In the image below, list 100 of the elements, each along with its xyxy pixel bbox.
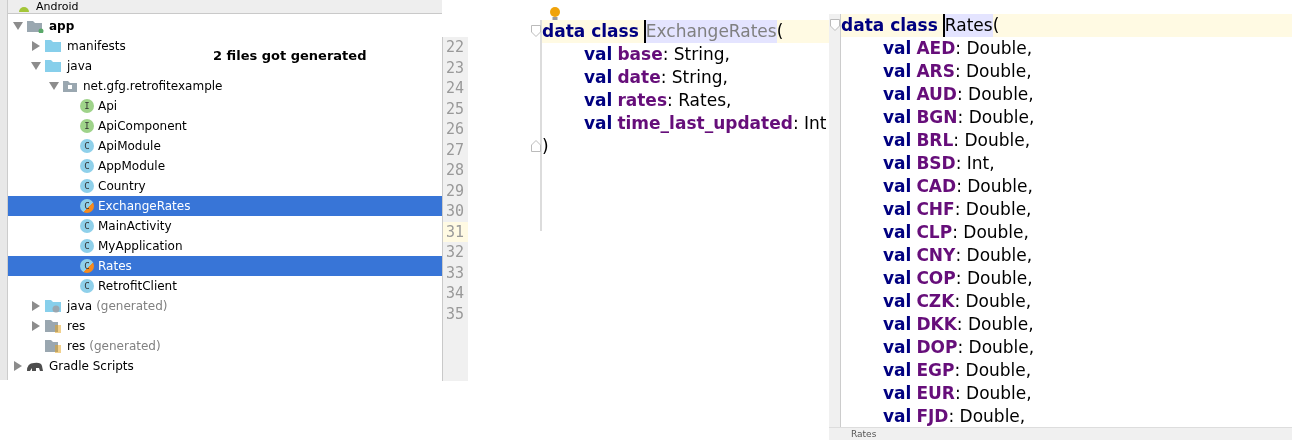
- keyword: val: [883, 129, 912, 152]
- property-name: ARS: [916, 60, 955, 83]
- interface-badge: I: [80, 119, 94, 133]
- tree-item[interactable]: C ExchangeRates: [8, 196, 442, 216]
- type-annotation: : Double,: [957, 106, 1035, 129]
- type-annotation: : Int: [792, 112, 827, 135]
- tree-item-label: app: [49, 19, 75, 33]
- expand-arrow-icon[interactable]: [14, 361, 22, 371]
- tree-item-note: (generated): [96, 299, 168, 313]
- type-annotation: : Int,: [955, 152, 995, 175]
- type-annotation: : String,: [660, 66, 728, 89]
- keyword: val: [883, 359, 912, 382]
- collapse-arrow-icon[interactable]: [31, 62, 41, 70]
- line-number: 28: [445, 160, 466, 181]
- keyword: val: [883, 336, 912, 359]
- breadcrumb[interactable]: Rates: [829, 427, 1292, 440]
- interface-badge: I: [80, 99, 94, 113]
- line-number: 34: [445, 283, 466, 304]
- property-name: base: [617, 43, 663, 66]
- line-number: 23: [445, 57, 466, 78]
- expand-arrow-icon[interactable]: [32, 321, 40, 331]
- property-name: time_last_updated: [617, 112, 793, 135]
- type-annotation: : Double,: [954, 359, 1032, 382]
- type-annotation: : Double,: [953, 129, 1031, 152]
- type-annotation: : Double,: [956, 313, 1034, 336]
- line-number: 22: [445, 37, 466, 58]
- collapse-arrow-icon[interactable]: [13, 22, 23, 30]
- tree-item-label: res: [67, 339, 86, 353]
- line-number: 30: [445, 201, 466, 222]
- property-name: CAD: [916, 175, 957, 198]
- keyword: val: [883, 313, 912, 336]
- property-name: COP: [916, 267, 956, 290]
- line-number: 32: [445, 242, 466, 263]
- property-name: EGP: [916, 359, 955, 382]
- type-annotation: : Double,: [954, 382, 1032, 405]
- folder-icon: [44, 59, 62, 73]
- tree-item[interactable]: C ApiModule: [8, 136, 442, 156]
- keyword: val: [883, 83, 912, 106]
- tree-item-note: (generated): [89, 339, 161, 353]
- fold-marker-icon: [830, 19, 840, 31]
- property-name: CHF: [916, 198, 955, 221]
- property-name: BRL: [916, 129, 954, 152]
- line-number: 31: [443, 221, 468, 242]
- tree-item-label: ApiModule: [98, 139, 161, 153]
- property-name: CZK: [916, 290, 955, 313]
- tree-item-label: java: [67, 299, 93, 313]
- type-annotation: : Double,: [952, 221, 1029, 244]
- keyword: val: [584, 89, 613, 112]
- expand-arrow-icon[interactable]: [32, 301, 40, 311]
- folder-icon: [44, 39, 62, 53]
- line-number: 25: [445, 98, 466, 119]
- expand-arrow-icon[interactable]: [32, 41, 40, 51]
- tree-item[interactable]: I Api: [8, 96, 442, 116]
- fold-marker-icon: [531, 140, 541, 152]
- tree-item[interactable]: C Rates: [8, 256, 442, 276]
- line-number: 33: [445, 262, 466, 283]
- class-badge: C: [80, 239, 94, 253]
- keyword: val: [883, 405, 912, 428]
- view-selector[interactable]: Android: [36, 0, 79, 13]
- keyword: val: [883, 198, 912, 221]
- class-badge: C: [80, 219, 94, 233]
- type-annotation: : String,: [662, 43, 730, 66]
- type-annotation: : Double,: [957, 336, 1035, 359]
- line-number: 24: [445, 78, 466, 99]
- class-badge: C: [80, 179, 94, 193]
- fold-marker-icon: [531, 25, 541, 37]
- keyword: data class: [841, 14, 938, 37]
- keyword: val: [883, 221, 912, 244]
- keyword: data class: [542, 20, 639, 43]
- tree-item[interactable]: C Country: [8, 176, 442, 196]
- resource-folder-icon: [44, 319, 62, 333]
- punctuation: (: [776, 20, 784, 43]
- tree-item[interactable]: C MainActivity: [8, 216, 442, 236]
- keyword: val: [584, 43, 613, 66]
- property-name: BGN: [916, 106, 958, 129]
- tree-item-label: ExchangeRates: [98, 199, 191, 213]
- punctuation: (: [992, 14, 1000, 37]
- tree-item-label: net.gfg.retrofitexample: [83, 79, 223, 93]
- line-number: 35: [445, 303, 466, 324]
- annotation-text: 2 files got generated: [213, 48, 367, 63]
- type-annotation: : Double,: [954, 198, 1032, 221]
- class-badge: C: [80, 139, 94, 153]
- tree-item[interactable]: C MyApplication: [8, 236, 442, 256]
- collapse-arrow-icon[interactable]: [49, 82, 59, 90]
- package-folder-icon: [62, 79, 78, 93]
- property-name: DOP: [916, 336, 958, 359]
- tree-item-label: Api: [98, 99, 118, 113]
- tree-item[interactable]: C AppModule: [8, 156, 442, 176]
- tree-item-label: res: [67, 319, 86, 333]
- tree-item[interactable]: C RetrofitClient: [8, 276, 442, 296]
- tree-item-label: Gradle Scripts: [49, 359, 134, 373]
- module-folder-icon: [26, 19, 44, 33]
- tree-item-label: MainActivity: [98, 219, 172, 233]
- lightbulb-icon: [549, 6, 561, 22]
- tree-item-label: manifests: [67, 39, 126, 53]
- type-annotation: : Double,: [954, 290, 1032, 313]
- line-number: 29: [445, 180, 466, 201]
- keyword: val: [883, 175, 912, 198]
- tree-item[interactable]: I ApiComponent: [8, 116, 442, 136]
- tree-item-label: ApiComponent: [98, 119, 187, 133]
